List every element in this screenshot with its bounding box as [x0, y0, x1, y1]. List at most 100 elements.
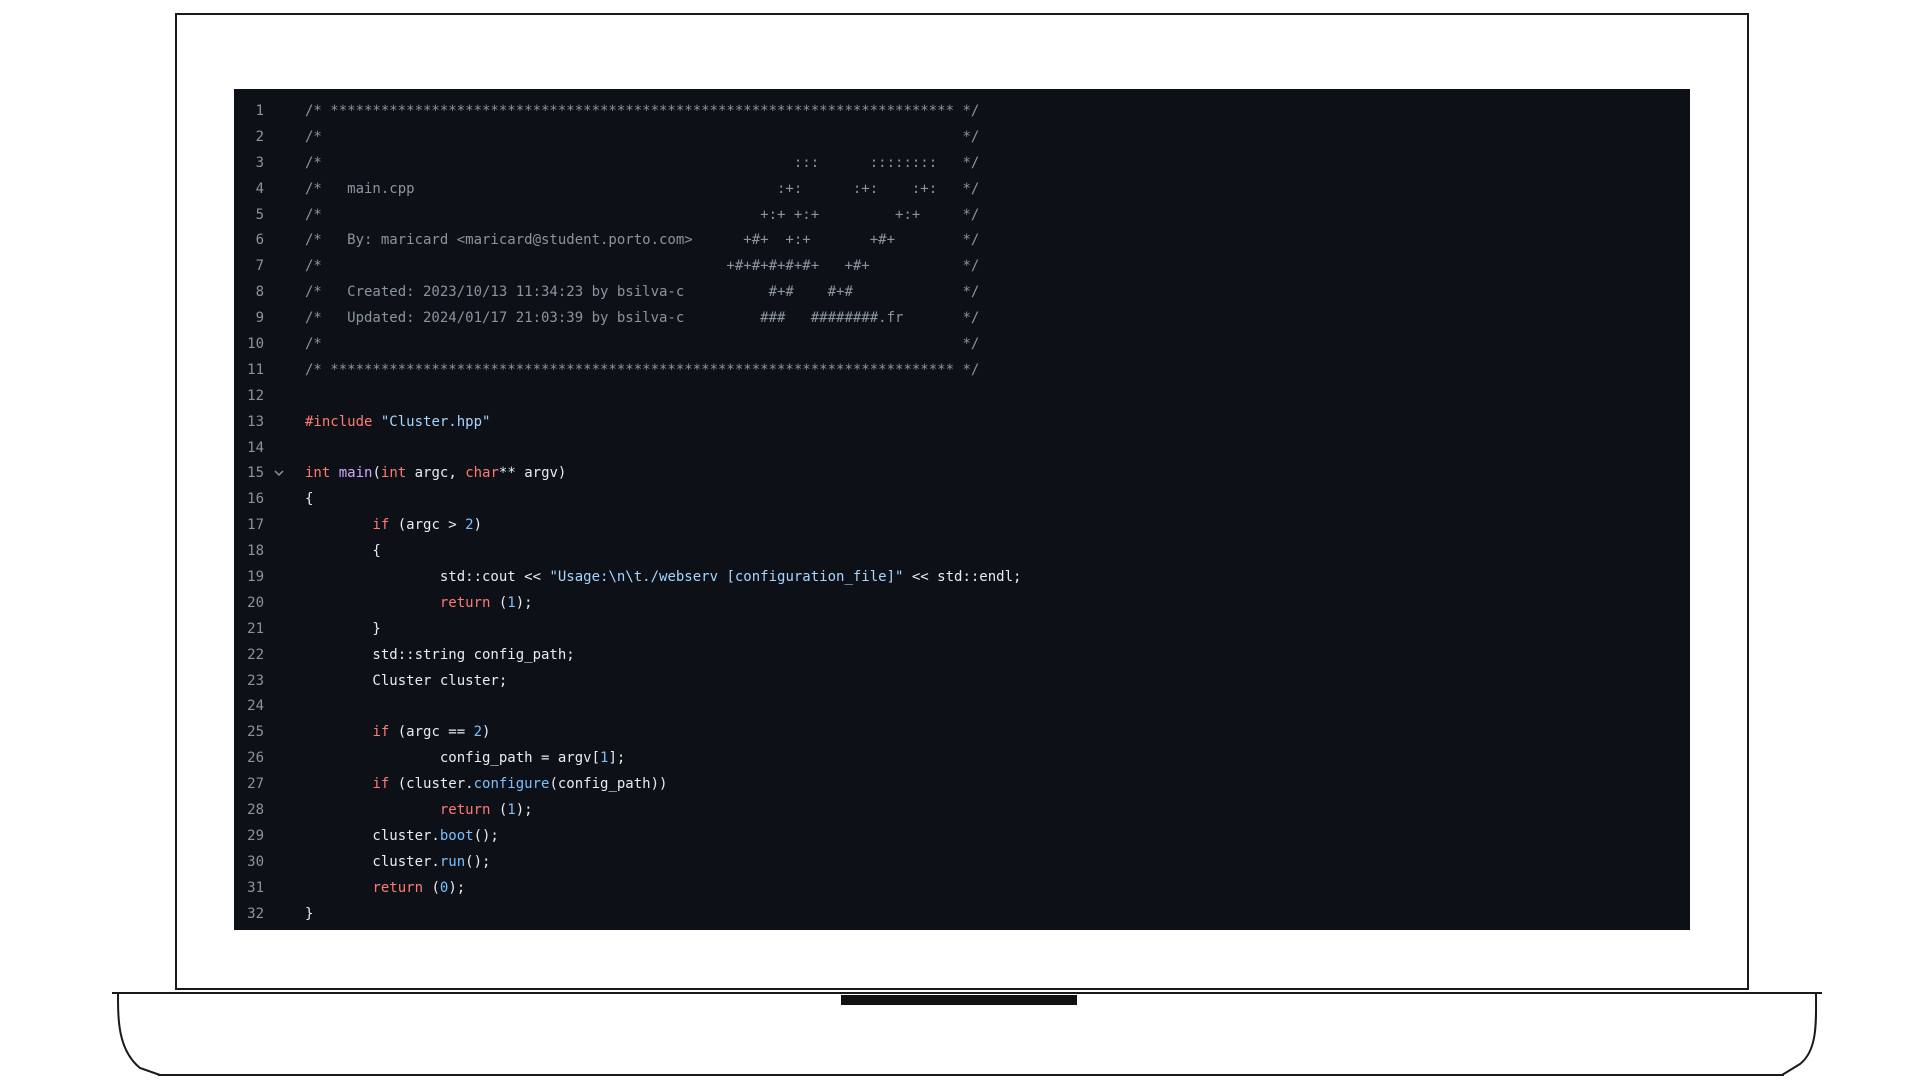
- code-text: cluster.run();: [305, 850, 490, 876]
- code-line[interactable]: 26 config_path = argv[1];: [234, 746, 1690, 772]
- code-text: std::string config_path;: [305, 643, 574, 669]
- code-token: if: [372, 724, 390, 741]
- code-line[interactable]: 16 {: [234, 487, 1690, 513]
- code-text: /* +#+#+#+#+#+ +#+ */: [305, 254, 979, 280]
- line-number: 9: [255, 310, 264, 327]
- code-line[interactable]: 17 if (argc > 2): [234, 513, 1690, 539]
- code-line[interactable]: 29 cluster.boot();: [234, 824, 1690, 850]
- line-number: 18: [247, 543, 264, 560]
- line-number: 17: [247, 517, 264, 534]
- code-token: main: [338, 465, 373, 482]
- code-text: /* *************************************…: [305, 99, 979, 125]
- code-token: ];: [608, 750, 626, 767]
- code-line[interactable]: 12: [234, 384, 1690, 410]
- code-token: 1: [507, 802, 516, 819]
- code-line[interactable]: 27 if (cluster.configure(config_path)): [234, 772, 1690, 798]
- code-token: (: [490, 802, 508, 819]
- code-text: return (1);: [305, 591, 533, 617]
- code-token: }: [305, 905, 314, 922]
- code-token: /* Created: 2023/10/13 11:34:23 by bsilv…: [305, 284, 980, 301]
- code-line[interactable]: 13 #include "Cluster.hpp": [234, 410, 1690, 436]
- code-line[interactable]: 25 if (argc == 2): [234, 720, 1690, 746]
- code-token: /* main.cpp :+: :+: :+: */: [305, 180, 980, 197]
- code-line[interactable]: 23 Cluster cluster;: [234, 669, 1690, 695]
- line-number: 19: [247, 569, 264, 586]
- code-token: if: [372, 517, 390, 534]
- code-line[interactable]: 32}: [234, 902, 1690, 928]
- line-number: 7: [255, 258, 264, 275]
- code-line[interactable]: 20 return (1);: [234, 591, 1690, 617]
- code-token: ();: [473, 827, 499, 844]
- code-token: /* +:+ +:+ +:+ */: [305, 206, 980, 223]
- code-line[interactable]: 31 return (0);: [234, 876, 1690, 902]
- code-line[interactable]: 11 /* ***********************************…: [234, 358, 1690, 384]
- line-number: 10: [247, 336, 264, 353]
- code-text: /* By: maricard <maricard@student.porto.…: [305, 228, 979, 254]
- code-text: std::cout << "Usage:\n\t./webserv [confi…: [305, 565, 1022, 591]
- code-line[interactable]: 15 int main(int argc, char** argv): [234, 461, 1690, 487]
- line-number: 28: [247, 802, 264, 819]
- code-token: cluster.: [305, 827, 440, 844]
- code-token: (argc ==: [389, 724, 474, 741]
- line-number: 25: [247, 724, 264, 741]
- code-token: /* Updated: 2024/01/17 21:03:39 by bsilv…: [305, 310, 980, 327]
- code-line[interactable]: 19 std::cout << "Usage:\n\t./webserv [co…: [234, 565, 1690, 591]
- code-line[interactable]: 1 /* ************************************…: [234, 99, 1690, 125]
- code-line[interactable]: 6 /* By: maricard <maricard@student.porto…: [234, 228, 1690, 254]
- code-text: Cluster cluster;: [305, 669, 507, 695]
- code-line[interactable]: 3 /* ::: :::::::: */: [234, 151, 1690, 177]
- code-token: 2: [473, 724, 483, 741]
- code-text: if (argc > 2): [305, 513, 482, 539]
- line-number: 15: [247, 465, 264, 482]
- code-line[interactable]: 22 std::string config_path;: [234, 643, 1690, 669]
- laptop-notch: [841, 995, 1077, 1005]
- line-number: 27: [247, 776, 264, 793]
- line-number: 2: [255, 128, 264, 145]
- code-token: (cluster.: [389, 776, 474, 793]
- code-text: #include "Cluster.hpp": [305, 410, 490, 436]
- code-line[interactable]: 18 {: [234, 539, 1690, 565]
- line-number: 29: [247, 827, 264, 844]
- code-line[interactable]: 28 return (1);: [234, 798, 1690, 824]
- code-text: /* main.cpp :+: :+: :+: */: [305, 177, 979, 203]
- code-line[interactable]: 30 cluster.run();: [234, 850, 1690, 876]
- code-line[interactable]: 5 /* +:+ +:+ +:+ */: [234, 203, 1690, 229]
- line-number: 12: [247, 387, 264, 404]
- code-line[interactable]: 4 /* main.cpp :+: :+: :+: */: [234, 177, 1690, 203]
- code-token: int: [380, 465, 407, 482]
- code-line[interactable]: 10 /* */: [234, 332, 1690, 358]
- code-token: configure: [473, 776, 550, 793]
- code-line[interactable]: 2 /* */: [234, 125, 1690, 151]
- code-token: config_path = argv[: [305, 750, 601, 767]
- code-token: std::cout <<: [305, 569, 550, 586]
- laptop-base-outline: [112, 992, 1822, 1076]
- code-token: char: [465, 465, 499, 482]
- code-line[interactable]: 14: [234, 436, 1690, 462]
- code-line[interactable]: 24: [234, 694, 1690, 720]
- line-number: 21: [247, 620, 264, 637]
- line-number: 11: [247, 361, 264, 378]
- code-text: /* */: [305, 332, 979, 358]
- line-number: 13: [247, 413, 264, 430]
- code-token: (: [490, 594, 508, 611]
- code-token: /* */: [305, 128, 980, 145]
- laptop-base: [0, 980, 1920, 1080]
- code-token: run: [439, 853, 466, 870]
- code-line[interactable]: 21 }: [234, 617, 1690, 643]
- code-token: /* +#+#+#+#+#+ +#+ */: [305, 258, 980, 275]
- code-line[interactable]: 7 /* +#+#+#+#+#+ +#+ */: [234, 254, 1690, 280]
- line-number: 8: [255, 284, 264, 301]
- code-text: /* Created: 2023/10/13 11:34:23 by bsilv…: [305, 280, 979, 306]
- code-text: return (0);: [305, 876, 465, 902]
- code-text: {: [305, 487, 313, 513]
- code-token: ();: [465, 853, 491, 870]
- code-editor[interactable]: 1 /* ************************************…: [234, 89, 1690, 930]
- line-number: 30: [247, 853, 264, 870]
- code-line[interactable]: 9 /* Updated: 2024/01/17 21:03:39 by bsil…: [234, 306, 1690, 332]
- code-line[interactable]: 8 /* Created: 2023/10/13 11:34:23 by bsil…: [234, 280, 1690, 306]
- code-token: {: [305, 543, 381, 560]
- code-token: }: [305, 620, 381, 637]
